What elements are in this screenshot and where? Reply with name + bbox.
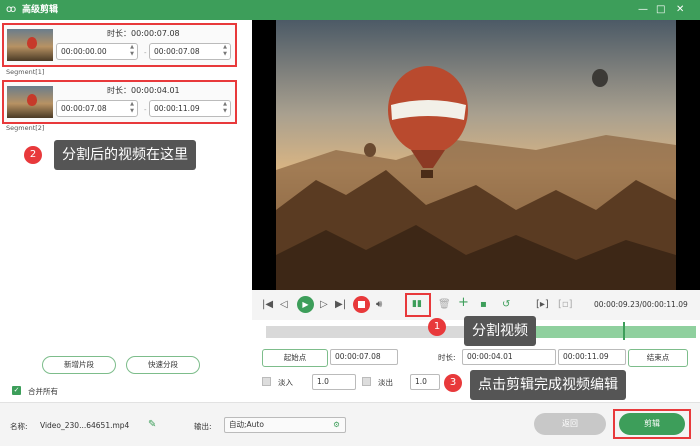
video-frame: [276, 20, 676, 290]
segment-start-field[interactable]: 00:00:00.00 ▲ ▼: [56, 43, 138, 60]
fade-out-label: 淡出: [378, 378, 393, 387]
fade-out-checkbox[interactable]: [362, 377, 371, 386]
segment-duration: 时长：00:00:07.08: [107, 29, 180, 38]
next-frame-icon[interactable]: ▷: [320, 299, 328, 311]
fade-in-checkbox[interactable]: [262, 377, 271, 386]
name-label: 名称:: [10, 422, 28, 431]
file-name: Video_230...64651.mp4: [40, 421, 130, 430]
segment-label: Segment[2]: [6, 124, 45, 132]
end-time-field[interactable]: 00:00:11.09: [558, 349, 626, 365]
mark-out-icon[interactable]: [▫]: [558, 299, 573, 311]
segment-end-field[interactable]: 00:00:07.08 ▲ ▼: [149, 43, 231, 60]
annotation-callout: 分割视频: [464, 316, 536, 346]
annotation-callout: 点击剪辑完成视频编辑: [470, 370, 626, 400]
copy-icon[interactable]: ▪: [480, 299, 487, 311]
start-point-button[interactable]: 起始点: [262, 349, 328, 367]
edit-button[interactable]: 剪辑: [619, 413, 685, 435]
playhead[interactable]: [623, 322, 625, 340]
output-label: 输出:: [194, 422, 212, 431]
annotation-callout: 分割后的视频在这里: [54, 140, 196, 170]
fade-in-value[interactable]: 1.0: [312, 374, 356, 390]
segment-thumbnail: [7, 86, 53, 118]
fade-in-label: 淡入: [278, 378, 293, 387]
stop-button[interactable]: [353, 296, 370, 313]
duration-field: 00:00:04.01: [462, 349, 556, 365]
segment-label: Segment[1]: [6, 68, 45, 76]
close-icon[interactable]: ✕: [676, 3, 684, 16]
edit-button-highlight: 剪辑: [613, 409, 691, 439]
skip-start-icon[interactable]: |◀: [262, 299, 273, 311]
mark-in-icon[interactable]: [▸]: [536, 299, 549, 311]
skip-end-icon[interactable]: ▶|: [335, 299, 346, 311]
rabbit-logo-icon: ꝏ: [6, 4, 17, 15]
bottom-bar: 名称: Video_230...64651.mp4 ✎ 输出: 自动;Auto ⚙…: [0, 402, 700, 446]
gear-icon: ⚙: [333, 420, 340, 429]
output-select[interactable]: 自动;Auto ⚙: [224, 417, 346, 433]
play-button[interactable]: ▶: [297, 296, 314, 313]
range-separator: -: [144, 49, 147, 57]
undo-icon[interactable]: ↺: [502, 299, 510, 311]
segment-end-field[interactable]: 00:00:11.09 ▲ ▼: [149, 100, 231, 117]
window-title: 高级剪辑: [22, 5, 59, 15]
range-separator: -: [144, 106, 147, 114]
time-display: 00:00:09.23/00:00:11.09: [594, 300, 688, 309]
segment-card[interactable]: 时长：00:00:04.01 00:00:07.08 ▲ ▼ - 00:00:11.…: [2, 80, 237, 124]
new-segment-button[interactable]: 新增片段: [42, 356, 116, 374]
merge-all-label: 合并所有: [28, 387, 58, 396]
minimize-icon[interactable]: —: [638, 3, 648, 16]
segment-panel: 时长：00:00:07.08 00:00:00.00 ▲ ▼ - 00:00:07.…: [0, 20, 250, 402]
split-icon: ▮▮: [412, 299, 422, 309]
quick-split-button[interactable]: 快速分段: [126, 356, 200, 374]
merge-all-checkbox[interactable]: ✓: [12, 386, 21, 395]
volume-icon[interactable]: 🔊︎: [376, 299, 382, 311]
end-point-button[interactable]: 结束点: [628, 349, 688, 367]
step-number-badge: 3: [444, 374, 462, 392]
step-number-badge: 2: [24, 146, 42, 164]
step-number-badge: 1: [428, 318, 446, 336]
edit-pencil-icon[interactable]: ✎: [148, 419, 156, 431]
fade-out-value[interactable]: 1.0: [410, 374, 440, 390]
segment-duration: 时长：00:00:04.01: [107, 86, 180, 95]
segment-start-field[interactable]: 00:00:07.08 ▲ ▼: [56, 100, 138, 117]
back-button[interactable]: 返回: [534, 413, 606, 435]
duration-label: 时长:: [438, 353, 456, 362]
maximize-icon[interactable]: □: [656, 3, 665, 16]
segment-thumbnail: [7, 29, 53, 61]
add-icon[interactable]: +: [458, 296, 469, 309]
segment-card[interactable]: 时长：00:00:07.08 00:00:00.00 ▲ ▼ - 00:00:07.…: [2, 23, 237, 67]
prev-frame-icon[interactable]: ◁: [280, 299, 288, 311]
video-preview: [252, 20, 700, 290]
title-bar: ꝏ 高级剪辑 — □ ✕: [0, 0, 700, 20]
split-button[interactable]: ▮▮: [405, 293, 431, 317]
start-time-field[interactable]: 00:00:07.08: [330, 349, 398, 365]
delete-icon[interactable]: 🗑︎: [438, 299, 451, 311]
